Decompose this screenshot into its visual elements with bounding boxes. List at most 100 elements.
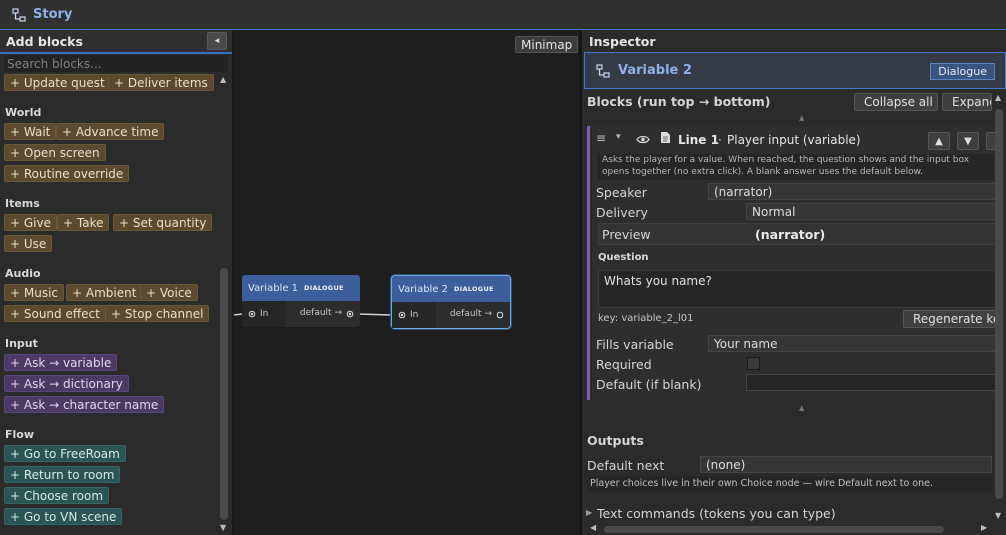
block-music[interactable]: + Music: [4, 284, 65, 301]
scroll-left-arrow-icon[interactable]: ◀: [590, 523, 596, 532]
node-input-port[interactable]: In: [392, 302, 436, 328]
line-kind: Player input (variable): [727, 133, 861, 147]
node-name: Variable 1: [248, 282, 299, 294]
fills-variable-field[interactable]: Your name: [708, 335, 997, 352]
expand-arrow-icon[interactable]: ▶: [586, 508, 592, 517]
in-port-icon[interactable]: [248, 310, 256, 318]
scroll-right-arrow-icon[interactable]: ▶: [981, 523, 987, 532]
inspector-vertical-scrollbar[interactable]: ▲ ▼: [993, 93, 1004, 523]
block-ambient[interactable]: + Ambient: [66, 284, 143, 301]
line-block-card: ≡ ▾ Line 1 · Player input (variable) ▲ ▼…: [587, 126, 997, 400]
fills-variable-label: Fills variable: [596, 337, 674, 352]
block-choose-room[interactable]: + Choose room: [4, 487, 110, 504]
line-help-text: Asks the player for a value. When reache…: [598, 154, 994, 180]
move-down-button[interactable]: ▼: [957, 132, 979, 150]
expand-all-button[interactable]: Expand all: [942, 93, 992, 111]
block-stop-channel[interactable]: + Stop channel: [105, 305, 210, 322]
minimap-button[interactable]: Minimap: [515, 36, 579, 53]
block-routine-override[interactable]: + Routine override: [4, 165, 130, 182]
node-body: In default →: [242, 301, 360, 327]
block-ask-dictionary[interactable]: + Ask → dictionary: [4, 375, 129, 392]
choices-note: Player choices live in their own Choice …: [587, 476, 992, 492]
scroll-up-arrow-icon[interactable]: ▲: [995, 93, 1001, 102]
block-return-to-room[interactable]: + Return to room: [4, 466, 121, 483]
scroll-down-arrow-icon[interactable]: ▼: [995, 511, 1001, 520]
node-header[interactable]: Variable 2 DIALOGUE: [392, 276, 510, 302]
preview-value: (narrator): [755, 227, 826, 242]
node-type-tag: DIALOGUE: [304, 284, 344, 292]
block-go-to-freeroam[interactable]: + Go to FreeRoam: [4, 445, 126, 462]
question-textarea[interactable]: Whats you name?: [598, 270, 997, 308]
block-sound-effect[interactable]: + Sound effect: [4, 305, 106, 322]
category-world-title: World: [5, 106, 42, 119]
category-input-title: Input: [5, 337, 38, 350]
in-port-icon[interactable]: [398, 311, 406, 319]
outputs-heading: Outputs: [587, 433, 644, 448]
line-key: key: variable_2_l01: [598, 313, 694, 324]
collapse-all-button[interactable]: Collapse all: [854, 93, 938, 111]
palette-scroll-thumb[interactable]: [220, 268, 228, 520]
node-header[interactable]: Variable 1 DIALOGUE: [242, 275, 360, 301]
eye-icon[interactable]: [636, 135, 650, 144]
required-label: Required: [596, 357, 652, 372]
block-search-input[interactable]: [4, 55, 228, 72]
block-voice[interactable]: + Voice: [140, 284, 198, 301]
drag-handle-icon[interactable]: ≡: [596, 131, 606, 145]
move-up-button[interactable]: ▲: [928, 132, 950, 150]
graph-node-variable-2[interactable]: Variable 2 DIALOGUE In default →: [391, 275, 511, 329]
palette-header: Add blocks ◂: [0, 30, 232, 54]
collapse-caret-icon: ▲: [799, 114, 805, 122]
collapse-palette-button[interactable]: ◂: [207, 32, 227, 50]
default-if-blank-field[interactable]: [746, 374, 997, 391]
graph-canvas[interactable]: Minimap Variable 1 DIALOGUE In default →…: [234, 30, 579, 535]
scroll-down-arrow-icon[interactable]: ▼: [220, 523, 226, 532]
out-port-icon[interactable]: [346, 310, 354, 318]
block-go-to-vn-scene[interactable]: + Go to VN scene: [4, 508, 123, 525]
default-next-select[interactable]: (none): [700, 456, 992, 473]
node-name: Variable 2: [398, 283, 449, 295]
block-take[interactable]: + Take: [57, 214, 110, 231]
window-title-bar: Story: [0, 0, 1006, 30]
node-body: In default →: [392, 302, 510, 328]
inspector-scroll-thumb[interactable]: [995, 109, 1003, 499]
text-commands-foldout[interactable]: Text commands (tokens you can type): [597, 506, 836, 521]
block-use[interactable]: + Use: [4, 235, 53, 252]
out-port-icon[interactable]: [496, 311, 504, 319]
palette-scrollbar[interactable]: ▲ ▼: [218, 73, 230, 535]
regenerate-key-button[interactable]: Regenerate key: [903, 310, 997, 328]
in-port-label: In: [260, 309, 269, 319]
block-ask-variable[interactable]: + Ask → variable: [4, 354, 118, 371]
preview-label: Preview: [602, 227, 651, 242]
delivery-label: Delivery: [596, 205, 648, 220]
category-flow-title: Flow: [5, 428, 35, 441]
delivery-select[interactable]: Normal: [746, 203, 997, 220]
block-deliver-items[interactable]: + Deliver items: [108, 74, 214, 91]
block-give[interactable]: + Give: [4, 214, 57, 231]
speaker-select[interactable]: (narrator): [708, 183, 997, 200]
blocks-heading: Blocks (run top → bottom): [587, 94, 771, 109]
block-open-screen[interactable]: + Open screen: [4, 144, 106, 161]
category-audio-title: Audio: [5, 267, 41, 280]
block-update-quest[interactable]: + Update quest: [4, 74, 111, 91]
default-if-blank-label: Default (if blank): [596, 377, 702, 392]
block-advance-time[interactable]: + Advance time: [56, 123, 165, 140]
node-type-tag: DIALOGUE: [454, 285, 494, 293]
inspector-node-title: Variable 2: [618, 63, 692, 78]
block-wait[interactable]: + Wait: [4, 123, 57, 140]
node-type-badge: Dialogue: [930, 63, 995, 80]
inspector-horizontal-scrollbar[interactable]: ◀ ▶: [590, 523, 990, 534]
speaker-label: Speaker: [596, 185, 647, 200]
block-list: + Update quest + Deliver items World + W…: [0, 73, 218, 535]
inspector-hscroll-thumb[interactable]: [604, 526, 944, 533]
scroll-up-arrow-icon[interactable]: ▲: [220, 75, 226, 84]
required-checkbox[interactable]: [747, 357, 760, 370]
node-icon: [596, 63, 610, 78]
block-set-quantity[interactable]: + Set quantity: [113, 214, 213, 231]
category-items-title: Items: [5, 197, 40, 210]
inspector-node-header: Variable 2 Dialogue: [584, 52, 1006, 89]
block-palette: Add blocks ◂ + Update quest + Deliver it…: [0, 30, 233, 535]
fold-caret-icon[interactable]: ▾: [616, 132, 621, 142]
node-input-port[interactable]: In: [242, 301, 286, 327]
block-ask-character-name[interactable]: + Ask → character name: [4, 396, 165, 413]
graph-node-variable-1[interactable]: Variable 1 DIALOGUE In default →: [242, 275, 360, 327]
